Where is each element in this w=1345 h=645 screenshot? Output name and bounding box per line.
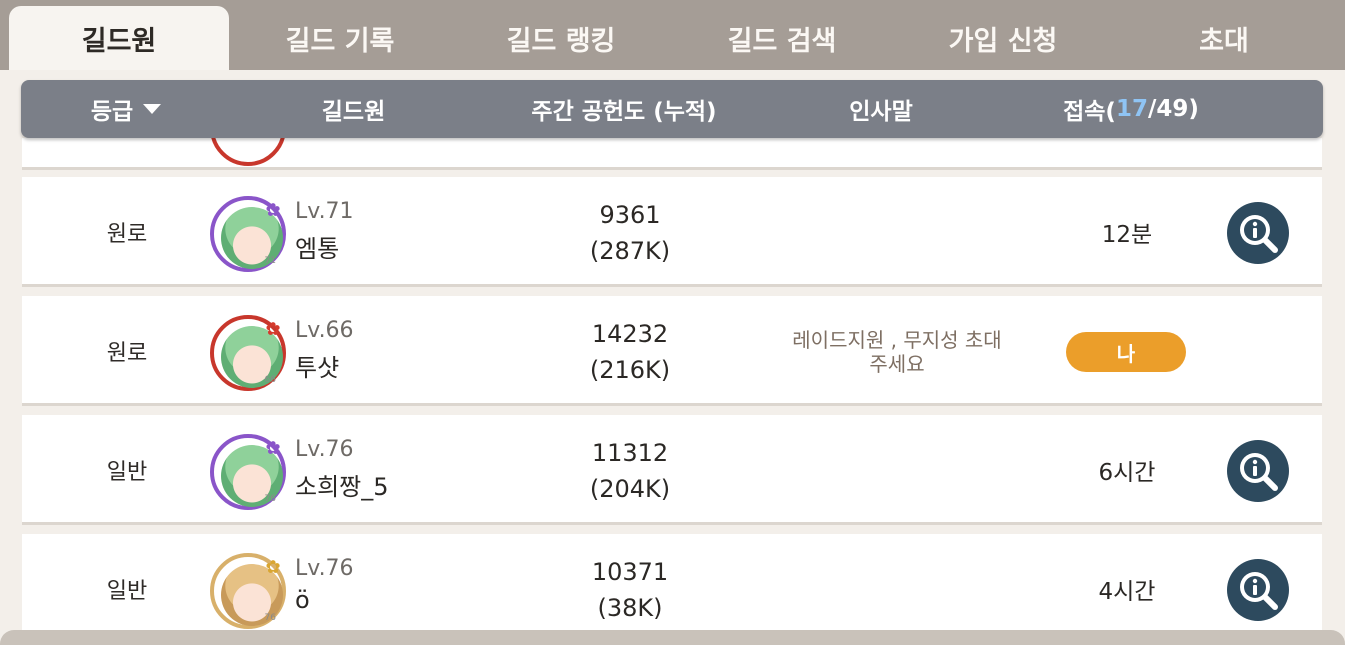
inspect-button[interactable] — [1227, 440, 1289, 502]
member-name: 투샷 — [295, 354, 340, 382]
list-item[interactable]: 일반 ✿ 76 Lv.76 ö 10371 (38K) 4시간 — [22, 534, 1322, 630]
member-grade: 일반 — [106, 579, 148, 604]
contribution: 11312 (204K) — [540, 435, 720, 507]
red-flower-icon: ✿ — [265, 319, 281, 340]
access-header-prefix: 접속( — [1063, 99, 1116, 125]
caret-down-icon — [143, 104, 162, 114]
list-item-partial — [22, 138, 1322, 170]
inspect-button[interactable] — [1227, 202, 1289, 264]
member-level: Lv.66 — [295, 318, 354, 343]
grade-sort-button[interactable]: 등급 — [61, 80, 191, 138]
member-grade: 원로 — [106, 341, 148, 366]
member-grade: 원로 — [106, 222, 148, 247]
tab-guild-log[interactable]: 길드 기록 — [230, 6, 450, 70]
grade-header-label: 등급 — [90, 99, 134, 125]
gold-flower-icon: ✿ — [265, 557, 281, 578]
online-count: 17 — [1115, 96, 1148, 122]
total-contribution: (204K) — [589, 475, 671, 503]
member-level: Lv.76 — [295, 556, 354, 581]
access-header: 접속(17/49) — [1041, 80, 1221, 138]
magnifier-info-icon — [1240, 572, 1278, 610]
purple-flower-icon: ✿ — [265, 200, 281, 221]
avatar[interactable]: ✿ 76 — [210, 553, 286, 629]
column-header: 등급 길드원 주간 공헌도 (누적) 인사말 접속(17/49) — [21, 80, 1323, 138]
weekly-contribution: 11312 — [591, 439, 669, 467]
weekly-contribution-header: 주간 공헌도 (누적) — [531, 99, 717, 125]
avatar[interactable]: ✿ 66 — [210, 315, 286, 391]
total-contribution: (38K) — [597, 594, 663, 622]
list-item-me[interactable]: 원로 ✿ 66 Lv.66 투샷 14232 (216K) 레이드지원 , 무지… — [22, 296, 1322, 406]
me-badge-button[interactable]: 나 — [1066, 332, 1186, 372]
access-header-total: /49) — [1147, 96, 1199, 122]
member-list[interactable]: 원로 ✿ 71 Lv.71 엠통 9361 (287K) 12분 원로 ✿ 66… — [0, 138, 1345, 630]
tab-guild-ranking[interactable]: 길드 랭킹 — [451, 6, 671, 70]
member-level: Lv.76 — [295, 437, 354, 462]
member-grade: 일반 — [106, 460, 148, 485]
bottom-edge — [0, 630, 1345, 645]
avatar — [210, 138, 286, 166]
avatar-level: 76 — [264, 613, 276, 623]
tab-bar: 길드원 길드 기록 길드 랭킹 길드 검색 가입 신청 초대 — [0, 0, 1345, 70]
greeting-message: 레이드지원 , 무지성 초대 주세요 — [762, 326, 1032, 378]
member-name: ö — [295, 586, 310, 614]
greeting-header: 인사말 — [849, 99, 913, 125]
magnifier-info-icon — [1240, 215, 1278, 253]
last-access: 4시간 — [1098, 579, 1156, 605]
member-name: 엠통 — [295, 235, 340, 263]
avatar[interactable]: ✿ 71 — [210, 196, 286, 272]
member-header: 길드원 — [321, 99, 386, 125]
avatar-level: 71 — [264, 256, 276, 266]
purple-flower-icon: ✿ — [265, 438, 281, 459]
weekly-contribution: 10371 — [591, 558, 669, 586]
last-access: 6시간 — [1098, 460, 1156, 486]
list-item[interactable]: 일반 ✿ 76 Lv.76 소희짱_5 11312 (204K) 6시간 — [22, 415, 1322, 525]
total-contribution: (216K) — [589, 356, 671, 384]
contribution: 10371 (38K) — [540, 554, 720, 626]
contribution: 9361 (287K) — [540, 197, 720, 269]
greeting-line-1: 레이드지원 , 무지성 초대 — [792, 328, 1002, 352]
tab-guild-search[interactable]: 길드 검색 — [672, 6, 892, 70]
tab-guild-members[interactable]: 길드원 — [9, 6, 229, 70]
weekly-contribution: 14232 — [591, 320, 669, 348]
list-item[interactable]: 원로 ✿ 71 Lv.71 엠통 9361 (287K) 12분 — [22, 177, 1322, 287]
inspect-button[interactable] — [1227, 559, 1289, 621]
greeting-line-2: 주세요 — [869, 352, 925, 376]
tab-invite[interactable]: 초대 — [1114, 6, 1334, 70]
contribution: 14232 (216K) — [540, 316, 720, 388]
magnifier-info-icon — [1240, 453, 1278, 491]
avatar[interactable]: ✿ 76 — [210, 434, 286, 510]
weekly-contribution: 9361 — [599, 201, 661, 229]
avatar-level: 76 — [264, 494, 276, 504]
member-level: Lv.71 — [295, 199, 354, 224]
member-name: 소희짱_5 — [295, 473, 389, 501]
tab-join-requests[interactable]: 가입 신청 — [893, 6, 1113, 70]
last-access: 12분 — [1101, 222, 1153, 248]
total-contribution: (287K) — [589, 237, 671, 265]
avatar-level: 66 — [264, 375, 276, 385]
